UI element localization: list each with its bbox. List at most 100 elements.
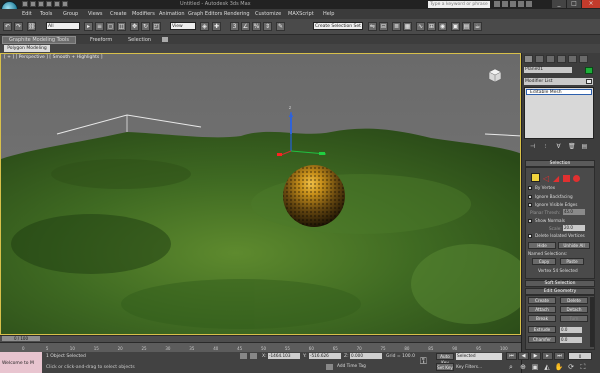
modifier-list-dropdown[interactable]: Modifier List: [524, 78, 593, 85]
maximize-viewport-icon[interactable]: ⛶: [578, 362, 588, 372]
new-icon[interactable]: [22, 1, 28, 7]
detach-button[interactable]: Detach: [560, 306, 588, 313]
hierarchy-tab-icon[interactable]: [546, 55, 555, 63]
window-crossing-icon[interactable]: ◫: [117, 22, 126, 31]
zoom-all-icon[interactable]: ⊕: [518, 362, 528, 372]
extrude-button[interactable]: Extrude: [528, 326, 556, 333]
key-mode-dropdown[interactable]: Selected: [456, 353, 502, 360]
extrude-spinner[interactable]: 0.0: [560, 327, 582, 333]
scale-spinner[interactable]: 20.0: [563, 225, 585, 231]
align-icon[interactable]: ⊟: [379, 22, 388, 31]
previous-frame-icon[interactable]: ◀: [518, 352, 529, 360]
select-by-name-icon[interactable]: ≡: [95, 22, 104, 31]
chamfer-spinner[interactable]: 0.0: [560, 337, 582, 343]
pan-icon[interactable]: ✋: [554, 362, 564, 372]
x-coordinate-field[interactable]: -1464.103: [268, 353, 300, 359]
time-slider-thumb[interactable]: 0 / 100: [2, 336, 40, 341]
add-time-tag[interactable]: Add Time Tag: [337, 364, 366, 371]
create-button[interactable]: Create: [528, 297, 556, 304]
attach-button[interactable]: Attach: [528, 306, 556, 313]
selection-rollout-header[interactable]: Selection: [525, 160, 595, 167]
utilities-tab-icon[interactable]: [579, 55, 588, 63]
snaps-toggle-icon[interactable]: 3: [230, 22, 239, 31]
command-panel-scrollbar[interactable]: [590, 297, 594, 347]
z-coordinate-field[interactable]: 0.000: [350, 353, 382, 359]
save-icon[interactable]: [38, 1, 44, 7]
viewcube-icon[interactable]: [487, 67, 503, 83]
soft-selection-rollout-header[interactable]: Soft Selection: [525, 280, 595, 287]
tab-graphite-modeling[interactable]: Graphite Modeling Tools: [2, 36, 76, 44]
create-tab-icon[interactable]: [524, 55, 533, 63]
search-input[interactable]: Type a keyword or phrase: [428, 1, 490, 8]
break-button[interactable]: Break: [528, 315, 556, 322]
menu-animation[interactable]: Animation: [159, 11, 185, 17]
y-coordinate-field[interactable]: -516.626: [309, 353, 341, 359]
go-to-start-icon[interactable]: ⏮: [506, 352, 517, 360]
communication-icon[interactable]: [510, 1, 516, 7]
menu-help[interactable]: Help: [323, 11, 334, 17]
open-icon[interactable]: [30, 1, 36, 7]
viewport-scene[interactable]: z: [1, 54, 521, 335]
lock-selection-icon[interactable]: [240, 353, 247, 359]
auto-key-button[interactable]: Auto Key: [436, 353, 454, 365]
field-of-view-icon[interactable]: ◭: [542, 362, 552, 372]
schematic-view-icon[interactable]: ⊞: [427, 22, 436, 31]
curve-editor-icon[interactable]: ∿: [416, 22, 425, 31]
menu-tools[interactable]: Tools: [40, 11, 52, 17]
rendered-frame-icon[interactable]: ▤: [462, 22, 471, 31]
tab-selection[interactable]: Selection: [128, 37, 151, 43]
render-setup-icon[interactable]: ▣: [451, 22, 460, 31]
motion-tab-icon[interactable]: [557, 55, 566, 63]
menu-edit[interactable]: Edit: [22, 11, 32, 17]
menu-maxscript[interactable]: MAXScript: [288, 11, 314, 17]
mirror-icon[interactable]: ⇋: [368, 22, 377, 31]
display-tab-icon[interactable]: [568, 55, 577, 63]
render-production-icon[interactable]: ☕: [473, 22, 482, 31]
key-icon[interactable]: ⚿: [420, 356, 430, 368]
maximize-button[interactable]: □: [567, 0, 581, 8]
select-manipulate-icon[interactable]: ✚: [212, 22, 221, 31]
delete-button[interactable]: Delete: [560, 297, 588, 304]
show-normals-checkbox[interactable]: [528, 219, 532, 223]
set-key-button[interactable]: Set Key: [436, 363, 454, 371]
help-icon[interactable]: [526, 1, 532, 7]
move-icon[interactable]: ✥: [130, 22, 139, 31]
key-filters-button[interactable]: Key Filters...: [456, 364, 502, 371]
modify-tab-icon[interactable]: [535, 55, 544, 63]
pivot-icon[interactable]: ◈: [200, 22, 209, 31]
menu-group[interactable]: Group: [63, 11, 78, 17]
next-frame-icon[interactable]: ▸: [542, 352, 553, 360]
favorites-icon[interactable]: [518, 1, 524, 7]
edit-named-sel-icon[interactable]: ✎: [276, 22, 285, 31]
face-mode-icon[interactable]: ◢: [553, 175, 560, 183]
close-button[interactable]: ×: [582, 0, 600, 8]
copy-button[interactable]: Copy: [532, 258, 556, 265]
project-folder-icon[interactable]: [62, 1, 68, 7]
redo-button[interactable]: ↷: [14, 22, 23, 31]
scale-icon[interactable]: ◰: [152, 22, 161, 31]
rotate-icon[interactable]: ↻: [141, 22, 150, 31]
menu-graph-editors[interactable]: Graph Editors: [188, 11, 222, 17]
menu-create[interactable]: Create: [110, 11, 127, 17]
play-icon[interactable]: ▶: [530, 352, 541, 360]
orbit-icon[interactable]: ⟳: [566, 362, 576, 372]
chevron-down-icon[interactable]: [586, 79, 592, 84]
link-icon[interactable]: ⛓: [27, 22, 36, 31]
minimize-button[interactable]: _: [552, 0, 566, 8]
graphite-toggle-icon[interactable]: ▦: [403, 22, 412, 31]
make-unique-icon[interactable]: ∀: [555, 143, 562, 150]
element-mode-icon[interactable]: [573, 175, 580, 182]
region-select-icon[interactable]: ▢: [106, 22, 115, 31]
polygon-mode-icon[interactable]: [563, 175, 570, 182]
stack-item-editable-mesh[interactable]: Editable Mesh: [526, 89, 592, 95]
time-slider-track[interactable]: [0, 335, 521, 342]
vertex-mode-icon[interactable]: [531, 173, 540, 182]
object-name-field[interactable]: Plane01: [524, 67, 572, 73]
planar-thresh-spinner[interactable]: 45.0: [563, 209, 585, 215]
undo-button[interactable]: ↶: [3, 22, 12, 31]
hide-button[interactable]: Hide: [528, 242, 556, 249]
time-tag-icon[interactable]: [326, 364, 333, 370]
menu-customize[interactable]: Customize: [255, 11, 281, 17]
viewport-label[interactable]: [ + ] [ Perspective ] [ Smooth + Highlig…: [4, 55, 102, 60]
current-frame-field[interactable]: 0: [568, 352, 592, 360]
